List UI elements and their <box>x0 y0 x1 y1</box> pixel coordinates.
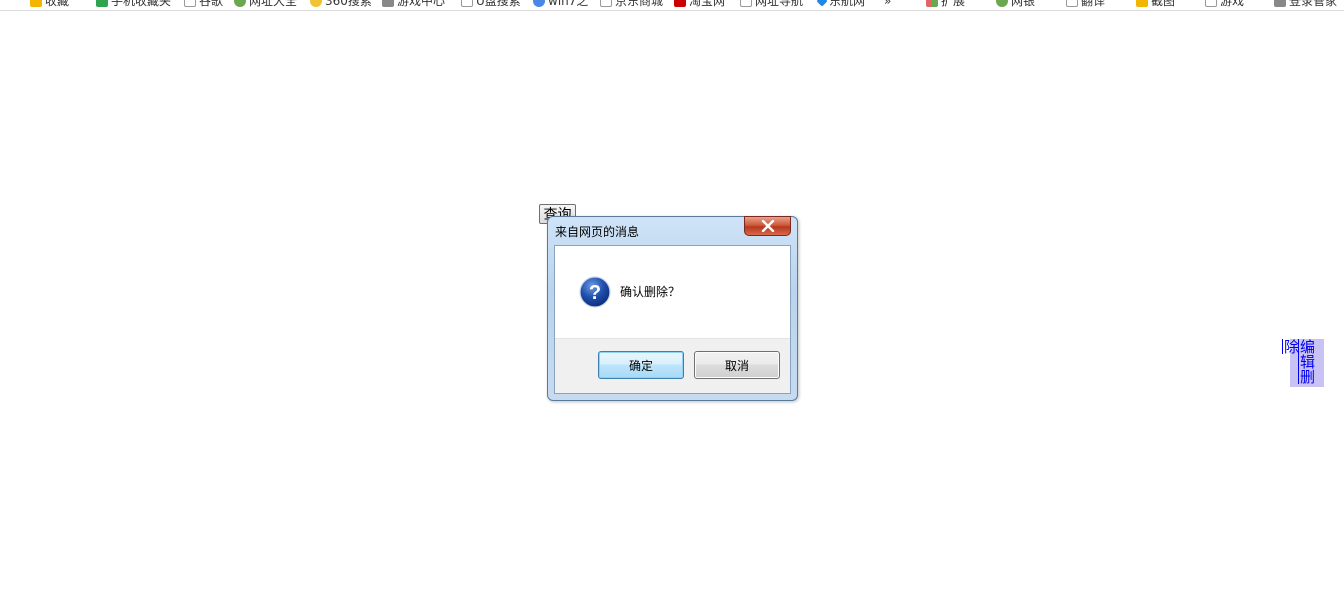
globe-icon <box>533 0 545 7</box>
key-icon <box>1274 0 1286 7</box>
bookmark-item[interactable]: 谷歌 <box>184 0 223 10</box>
extension-icon <box>926 0 938 7</box>
bookmarks-bar: 收藏 手机收藏夹 谷歌 网址大全 360搜索 游戏中心 U盘搜索 win7之 京… <box>0 0 1344 11</box>
bookmark-item[interactable]: 游戏中心 <box>382 0 445 10</box>
bookmark-item[interactable]: 淘宝网 <box>674 0 725 10</box>
page-icon <box>740 0 752 7</box>
bookmark-item[interactable]: 手机收藏夹 <box>96 0 171 10</box>
bookmarks-overflow-button[interactable]: » <box>884 0 891 10</box>
page-icon <box>461 0 473 7</box>
login-manager-button[interactable]: 登录管家 <box>1274 0 1337 10</box>
bookmark-item[interactable]: U盘搜索 <box>461 0 521 10</box>
bookmark-item[interactable]: 网址导航 <box>740 0 803 10</box>
phone-icon <box>96 0 108 7</box>
dialog-title: 来自网页的消息 <box>555 225 640 239</box>
svg-text:?: ? <box>589 282 601 304</box>
taobao-icon <box>674 0 686 7</box>
dialog-message: 确认删除？ <box>620 285 681 299</box>
screenshot-button[interactable]: 截图 <box>1136 0 1175 10</box>
bookmark-item[interactable]: 网址大全 <box>234 0 297 10</box>
bookmark-item[interactable]: 东航网 <box>816 0 865 10</box>
close-icon <box>761 220 774 232</box>
bank-icon <box>996 0 1008 7</box>
diamond-icon <box>816 0 828 7</box>
dialog-body: ? 确认删除？ 确定 取消 <box>554 245 791 394</box>
gamepad-icon <box>1205 0 1217 7</box>
games-button[interactable]: 游戏 <box>1205 0 1244 10</box>
bookmark-item[interactable]: 收藏 <box>30 0 69 10</box>
bookmark-item[interactable]: win7之 <box>533 0 588 10</box>
edit-delete-cell: 编辑删除 <box>1282 339 1324 387</box>
bookmark-item[interactable]: 360搜索 <box>310 0 372 10</box>
alert-dialog: 来自网页的消息 ? 确认删除？ 确定 取消 <box>547 216 798 401</box>
page-icon <box>600 0 612 7</box>
translate-icon <box>1066 0 1078 7</box>
ok-button[interactable]: 确定 <box>598 351 684 379</box>
button-area: 确定 取消 <box>555 338 790 393</box>
cancel-button[interactable]: 取消 <box>694 351 780 379</box>
page-icon <box>184 0 196 7</box>
star-icon <box>30 0 42 7</box>
translate-button[interactable]: 翻译 <box>1066 0 1105 10</box>
screenshot-icon <box>1136 0 1148 7</box>
question-icon: ? <box>579 276 611 308</box>
edit-delete-link[interactable]: 编辑删除 <box>1282 339 1316 387</box>
extension-button[interactable]: 扩展 <box>926 0 965 10</box>
dialog-close-button[interactable] <box>744 216 791 236</box>
globe-icon <box>234 0 246 7</box>
bookmark-item[interactable]: 京东商城 <box>600 0 663 10</box>
bank-button[interactable]: 网银 <box>996 0 1035 10</box>
game-icon <box>382 0 394 7</box>
search-icon <box>310 0 322 7</box>
message-area: ? 确认删除？ <box>555 246 790 338</box>
